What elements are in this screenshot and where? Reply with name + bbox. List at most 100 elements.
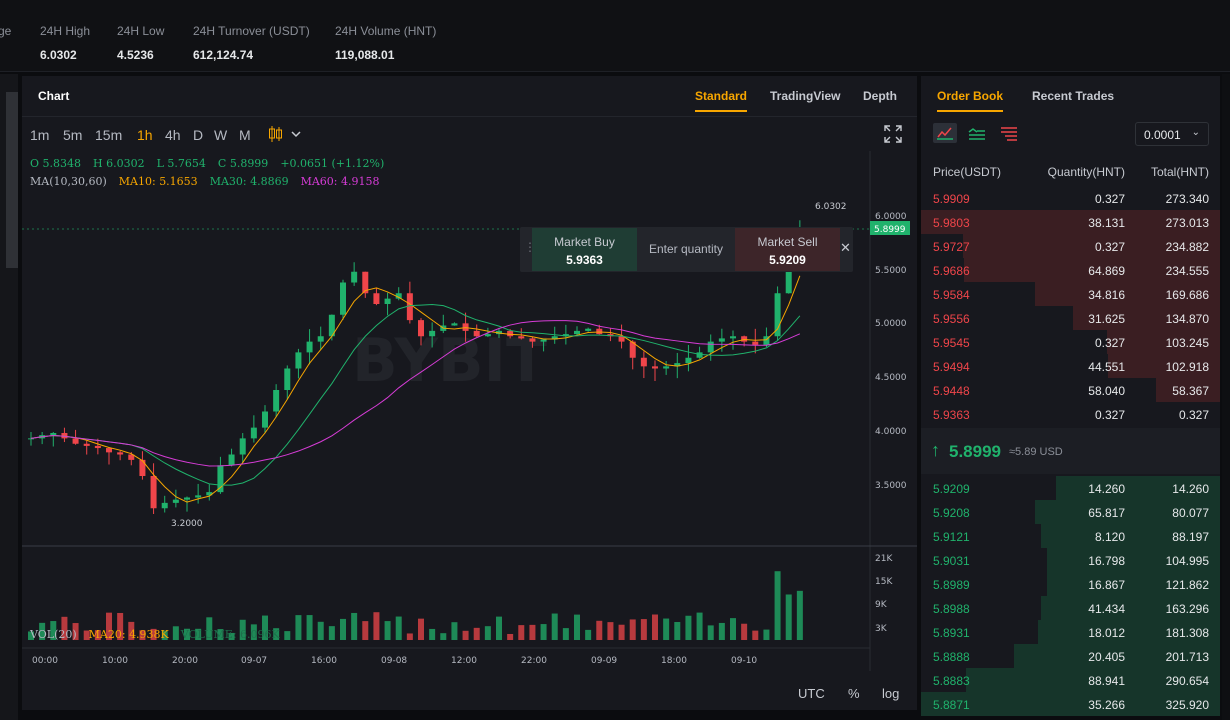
ohlc-open: O 5.8348 (30, 157, 82, 170)
order-price: 5.9909 (933, 192, 970, 206)
timeframe-m[interactable]: M (239, 127, 251, 143)
candle-body (730, 336, 736, 339)
ask-row[interactable]: 5.9363 0.327 0.327 (921, 402, 1220, 426)
tab-order-book[interactable]: Order Book (937, 89, 1004, 112)
timeframe-d[interactable]: D (193, 127, 203, 143)
candle-body (640, 357, 647, 367)
price-tick: 3.5000 (875, 481, 907, 491)
time-tick: 09-09 (591, 656, 617, 666)
volume-bar (730, 618, 736, 640)
vol-volume: VOLUME: 6.096K (180, 628, 280, 641)
candle-body (139, 459, 146, 476)
chart-area[interactable]: BYBIT 5.8999 6.0302 3.2000 6.0000 5.5000… (22, 151, 917, 710)
vol-tick: 9K (875, 600, 888, 610)
timeframe-1m[interactable]: 1m (30, 127, 49, 143)
percent-toggle[interactable]: % (848, 686, 860, 701)
stat-value: 6.0302 (40, 48, 77, 62)
quantity-input[interactable]: Enter quantity (637, 242, 735, 256)
ask-row[interactable]: 5.9909 0.327 273.340 (921, 186, 1220, 210)
precision-select[interactable]: 0.0001 ⌄ (1135, 122, 1209, 146)
timeframe-1h[interactable]: 1h (137, 127, 153, 143)
ask-row[interactable]: 5.9803 38.131 273.013 (921, 210, 1220, 234)
volume-bar (451, 622, 458, 640)
log-toggle[interactable]: log (882, 686, 899, 701)
bid-row[interactable]: 5.9209 14.260 14.260 (921, 476, 1220, 500)
ask-row[interactable]: 5.9448 58.040 58.367 (921, 378, 1220, 402)
ask-row[interactable]: 5.9727 0.327 234.882 (921, 234, 1220, 258)
left-scrollbar[interactable] (6, 92, 18, 268)
candle-body (462, 323, 469, 331)
order-quantity: 88.941 (1088, 674, 1125, 688)
order-price: 5.8883 (933, 674, 970, 688)
order-book-panel: Order Book Recent Trades 0.0001 ⌄ Price(… (921, 76, 1220, 716)
order-total: 103.245 (1165, 336, 1209, 350)
ohlc-readout: O 5.8348 H 6.0302 L 5.7654 C 5.8999 +0.0651 … (30, 157, 384, 170)
order-quantity: 14.260 (1088, 482, 1125, 496)
order-quantity: 0.327 (1094, 336, 1125, 350)
volume-bar (707, 625, 714, 640)
market-buy-button[interactable]: Market Buy 5.9363 (532, 228, 637, 271)
watermark: BYBIT (352, 326, 547, 396)
ask-row[interactable]: 5.9494 44.551 102.918 (921, 354, 1220, 378)
close-icon[interactable]: ✕ (840, 240, 851, 256)
market-sell-button[interactable]: Market Sell 5.9209 (735, 228, 840, 271)
stat-value: 612,124.74 (193, 48, 254, 62)
ask-row[interactable]: 5.9686 64.869 234.555 (921, 258, 1220, 282)
volume-bar (384, 621, 391, 640)
volume-bar (507, 633, 514, 640)
order-quantity: 41.434 (1088, 602, 1125, 616)
ask-row[interactable]: 5.9556 31.625 134.870 (921, 306, 1220, 330)
order-total: 273.013 (1165, 216, 1209, 230)
ohlc-close: C 5.8999 (217, 157, 269, 170)
volume-bar (529, 624, 536, 640)
bid-row[interactable]: 5.8888 20.405 201.713 (921, 644, 1220, 668)
order-quantity: 0.327 (1094, 240, 1125, 254)
candle-body (72, 438, 79, 444)
asks-view-icon[interactable] (997, 123, 1021, 143)
candle-type-icon[interactable] (268, 125, 302, 148)
candle-body (507, 330, 514, 337)
volume-bar (585, 629, 592, 640)
timeframe-15m[interactable]: 15m (95, 127, 122, 143)
candle-body (250, 427, 257, 439)
bids-view-icon[interactable] (965, 123, 989, 143)
bid-row[interactable]: 5.8883 88.941 290.654 (921, 668, 1220, 692)
order-quantity: 16.867 (1088, 578, 1125, 592)
timeframe-5m[interactable]: 5m (63, 127, 82, 143)
tab-standard[interactable]: Standard (695, 89, 748, 112)
volume-bar (462, 630, 469, 640)
ma-readout: MA(10,30,60) MA10: 5.1653 MA30: 4.8869 MA60… (30, 175, 380, 188)
stat-label: 24H Turnover (USDT) (193, 24, 310, 38)
header-price: Price(USDT) (933, 165, 1001, 179)
tab-recent-trades[interactable]: Recent Trades (1032, 89, 1114, 103)
ask-row[interactable]: 5.9584 34.816 169.686 (921, 282, 1220, 306)
candle-body (718, 338, 725, 342)
tab-tradingview[interactable]: TradingView (770, 89, 840, 103)
stat-24h-volume: 24H Volume (HNT) 119,088.01 (335, 24, 436, 62)
bid-row[interactable]: 5.9208 65.817 80.077 (921, 500, 1220, 524)
timeframe-w[interactable]: W (214, 127, 227, 143)
timeframe-4h[interactable]: 4h (165, 127, 181, 143)
utc-toggle[interactable]: UTC (798, 686, 825, 701)
both-sides-view-icon[interactable] (933, 123, 957, 143)
bid-row[interactable]: 5.8988 41.434 163.296 (921, 596, 1220, 620)
bid-row[interactable]: 5.9121 8.120 88.197 (921, 524, 1220, 548)
order-quantity: 34.816 (1088, 288, 1125, 302)
volume-bar (328, 626, 335, 640)
vol-tick: 3K (875, 624, 888, 634)
bid-row[interactable]: 5.9031 16.798 104.995 (921, 548, 1220, 572)
ma10-value: MA10: 5.1653 (118, 175, 198, 188)
order-total: 0.327 (1178, 408, 1209, 422)
candle-body (195, 495, 202, 498)
ticker-bar: ge 24H High 6.0302 24H Low 4.5236 24H Tu… (0, 0, 1230, 72)
ma-label: MA(10,30,60) (30, 175, 107, 188)
bid-row[interactable]: 5.8871 35.266 325.920 (921, 692, 1220, 716)
fullscreen-icon[interactable] (884, 125, 902, 148)
ask-row[interactable]: 5.9545 0.327 103.245 (921, 330, 1220, 354)
bid-row[interactable]: 5.8931 18.012 181.308 (921, 620, 1220, 644)
tab-depth[interactable]: Depth (863, 89, 897, 103)
bid-row[interactable]: 5.8989 16.867 121.862 (921, 572, 1220, 596)
volume-bar (551, 613, 558, 640)
volume-bar (340, 618, 346, 640)
order-price: 5.8989 (933, 578, 970, 592)
